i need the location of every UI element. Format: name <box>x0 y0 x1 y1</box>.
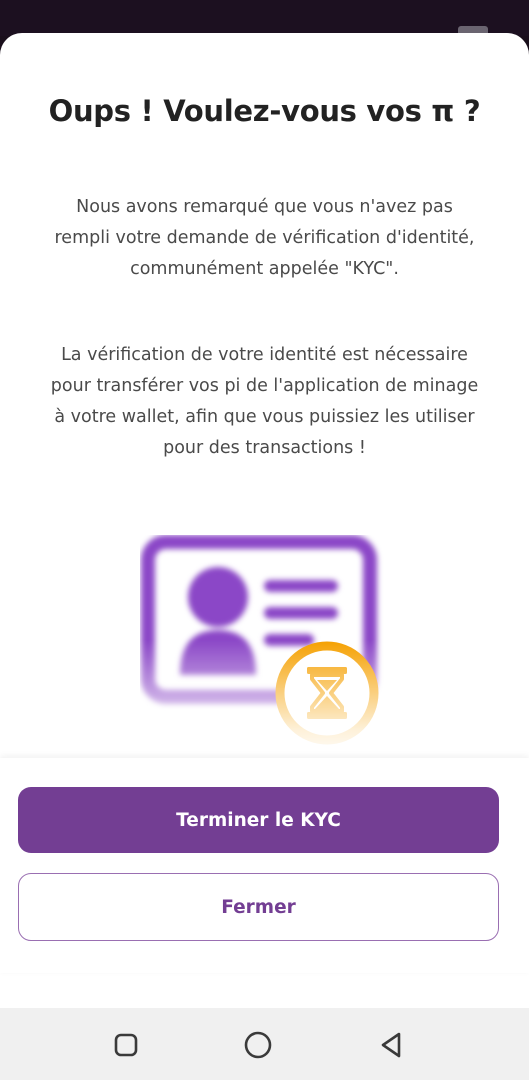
dialog-title: Oups ! Voulez-vous vos π ? <box>48 94 481 128</box>
back-icon[interactable] <box>376 1030 406 1060</box>
content-fade-overlay <box>0 640 529 760</box>
close-button[interactable]: Fermer <box>18 873 499 941</box>
recent-apps-icon[interactable] <box>111 1030 141 1060</box>
complete-kyc-button[interactable]: Terminer le KYC <box>18 787 499 853</box>
dialog-message-kyc-missing: Nous avons remarqué que vous n'avez pas … <box>54 197 475 279</box>
status-bar <box>0 0 529 40</box>
system-navigation-bar <box>0 1008 529 1080</box>
home-icon[interactable] <box>243 1030 273 1060</box>
dialog-message-kyc-required: La vérification de votre identité est né… <box>50 345 479 458</box>
